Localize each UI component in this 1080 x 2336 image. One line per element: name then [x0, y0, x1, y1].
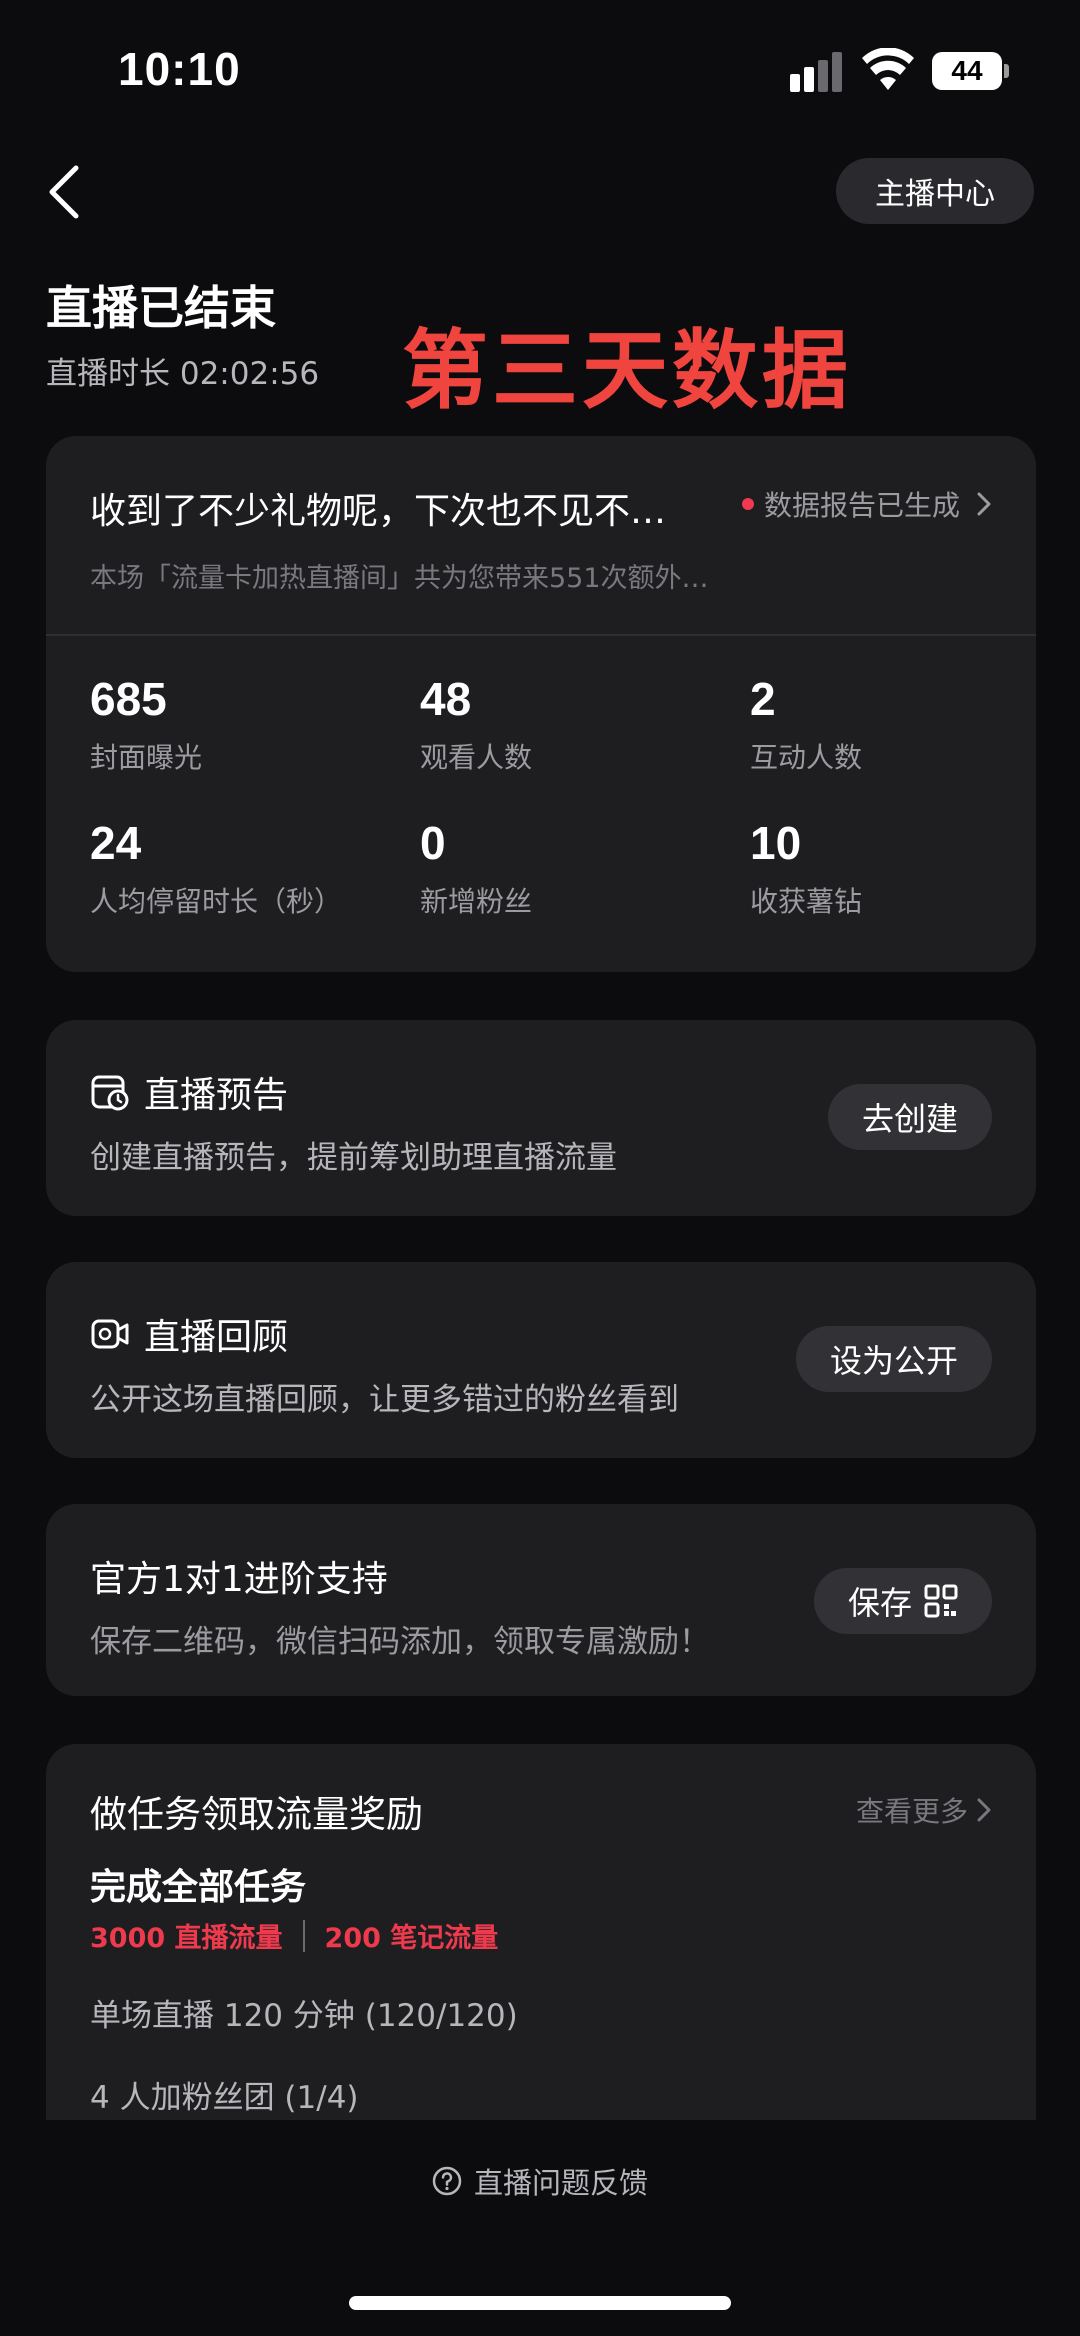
card-description: 公开这场直播回顾，让更多错过的粉丝看到	[90, 1382, 679, 1418]
page-title: 直播已结束	[46, 281, 276, 335]
card-title: 直播回顾	[144, 1317, 289, 1358]
metric-label: 封面曝光	[90, 741, 203, 774]
set-public-button[interactable]: 设为公开	[795, 1326, 992, 1392]
card-title: 直播预告	[144, 1075, 289, 1116]
metric-avg-stay: 24 人均停留时长（秒）	[90, 816, 410, 920]
new-dot-indicator	[741, 498, 754, 510]
home-indicator[interactable]	[349, 2296, 731, 2310]
battery-nub	[1004, 64, 1009, 78]
anchor-center-button[interactable]: 主播中心	[836, 158, 1034, 224]
chevron-right-icon	[977, 492, 991, 516]
video-replay-icon	[91, 1319, 129, 1349]
question-circle-icon	[432, 2166, 462, 2196]
report-label: 数据报告已生成	[763, 489, 960, 522]
live-preview-title: 直播预告	[90, 1066, 288, 1118]
chevron-right-icon	[977, 1798, 991, 1822]
metric-value: 0	[420, 817, 446, 869]
cellular-signal-icon	[790, 52, 842, 92]
qr-code-icon	[924, 1584, 958, 1618]
metric-label: 互动人数	[750, 741, 863, 774]
view-more-label: 查看更多	[855, 1795, 968, 1828]
overlay-caption: 第三天数据	[402, 321, 852, 421]
stats-card: 收到了不少礼物呢，下次也不见不… 数据报告已生成 本场「流量卡加热直播间」共为您…	[46, 436, 1036, 972]
metric-value: 24	[90, 817, 142, 869]
metric-value: 685	[90, 673, 167, 725]
card-description: 保存二维码，微信扫码添加，领取专属激励！	[90, 1624, 710, 1660]
view-more-link[interactable]: 查看更多	[856, 1790, 992, 1830]
reward-separator	[302, 1919, 305, 1952]
reward-live-traffic: 3000 直播流量	[90, 1923, 283, 1954]
live-replay-title: 直播回顾	[90, 1308, 288, 1360]
support-title: 官方1对1进阶支持	[90, 1559, 388, 1600]
live-duration: 直播时长 02:02:56	[46, 356, 320, 392]
feedback-label: 直播问题反馈	[473, 2166, 648, 2200]
metric-interactions: 2 互动人数	[750, 672, 1070, 776]
live-replay-card: 直播回顾 公开这场直播回顾，让更多错过的粉丝看到 设为公开	[46, 1262, 1036, 1458]
metric-new-fans: 0 新增粉丝	[420, 816, 740, 920]
back-chevron-icon[interactable]	[44, 162, 84, 222]
all-tasks-heading: 完成全部任务	[90, 1867, 307, 1908]
reward-note-traffic: 200 笔记流量	[324, 1923, 499, 1954]
metric-label: 人均停留时长（秒）	[90, 885, 343, 918]
save-qr-button[interactable]: 保存	[813, 1568, 992, 1634]
live-preview-card: 直播预告 创建直播预告，提前筹划助理直播流量 去创建	[46, 1020, 1036, 1216]
metric-label: 收获薯钻	[750, 885, 863, 918]
reward-summary: 3000 直播流量 200 笔记流量	[90, 1916, 498, 1955]
metric-value: 48	[420, 673, 472, 725]
data-report-link[interactable]: 数据报告已生成	[741, 484, 992, 524]
metric-value: 10	[750, 817, 802, 869]
metric-viewers: 48 观看人数	[420, 672, 740, 776]
create-preview-button[interactable]: 去创建	[827, 1084, 992, 1150]
official-support-card: 官方1对1进阶支持 保存二维码，微信扫码添加，领取专属激励！ 保存	[46, 1504, 1036, 1696]
tasks-card: 做任务领取流量奖励 查看更多 完成全部任务 3000 直播流量 200 笔记流量…	[46, 1744, 1036, 2120]
live-feedback-link[interactable]: 直播问题反馈	[0, 2160, 1080, 2202]
battery-level: 44	[951, 55, 983, 86]
task-item: 4 人加粉丝团 (1/4)	[90, 2080, 359, 2116]
divider	[46, 634, 1036, 636]
calendar-clock-icon	[91, 1075, 129, 1111]
metric-label: 观看人数	[420, 741, 533, 774]
metric-diamonds: 10 收获薯钻	[750, 816, 1070, 920]
battery-icon: 44	[932, 52, 1002, 90]
card-description: 创建直播预告，提前筹划助理直播流量	[90, 1140, 617, 1176]
metric-cover-exposure: 685 封面曝光	[90, 672, 410, 776]
metric-label: 新增粉丝	[420, 885, 533, 918]
metric-value: 2	[750, 673, 776, 725]
stats-headline: 收到了不少礼物呢，下次也不见不…	[90, 491, 667, 532]
wifi-icon	[862, 48, 914, 90]
save-label: 保存	[847, 1584, 912, 1622]
stats-subtext: 本场「流量卡加热直播间」共为您带来551次额外…	[90, 563, 709, 594]
tasks-title: 做任务领取流量奖励	[90, 1793, 423, 1836]
status-time: 10:10	[118, 43, 241, 95]
task-item: 单场直播 120 分钟 (120/120)	[90, 1998, 518, 2034]
